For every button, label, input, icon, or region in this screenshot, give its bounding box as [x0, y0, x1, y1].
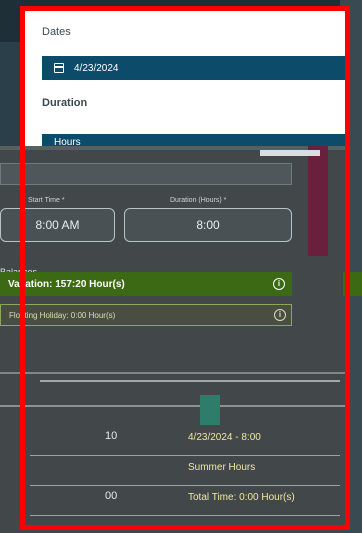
row-number: 00: [105, 490, 118, 502]
screen: Dates 4/23/2024 Duration Hours Start Tim…: [0, 0, 362, 533]
info-icon[interactable]: i: [273, 278, 285, 290]
row-text: Total Time: 0:00 Hour(s): [188, 492, 295, 503]
duration-input[interactable]: 8:00: [124, 208, 292, 242]
info-icon[interactable]: i: [274, 309, 286, 321]
divider: [40, 380, 340, 382]
divider: [30, 485, 340, 486]
request-form-panel: Dates 4/23/2024 Duration Hours: [20, 6, 350, 152]
divider: [0, 372, 345, 374]
details-panel: [0, 146, 345, 533]
row-text: 4/23/2024 - 8:00: [188, 432, 261, 443]
divider: [0, 405, 345, 407]
type-field[interactable]: [0, 163, 292, 185]
start-time-input[interactable]: 8:00 AM: [0, 208, 115, 242]
vacation-balance-bar: Vacation: 157:20 Hour(s) i: [0, 272, 292, 296]
date-picker-field[interactable]: 4/23/2024: [42, 56, 348, 80]
dates-label: Dates: [42, 26, 71, 38]
date-value: 4/23/2024: [74, 62, 119, 74]
divider: [30, 515, 340, 516]
divider: [30, 455, 340, 456]
decorative-block: [308, 146, 328, 256]
vacation-balance-text: Vacation: 157:20 Hour(s): [8, 278, 125, 290]
decorative-block: [200, 395, 220, 425]
duration-label: Duration: [42, 97, 88, 109]
decorative-block: [260, 150, 320, 156]
row-number: 10: [105, 430, 118, 442]
start-time-label: Start Time *: [28, 197, 65, 204]
holiday-balance-text: Floating Holiday: 0:00 Hour(s): [9, 310, 116, 320]
calendar-icon: [54, 63, 64, 73]
vacation-balance-bar-edge: [343, 272, 362, 296]
duration-hours-label: Duration (Hours) *: [170, 197, 227, 204]
floating-holiday-balance: Floating Holiday: 0:00 Hour(s) i: [0, 304, 292, 326]
row-text: Summer Hours: [188, 462, 256, 473]
